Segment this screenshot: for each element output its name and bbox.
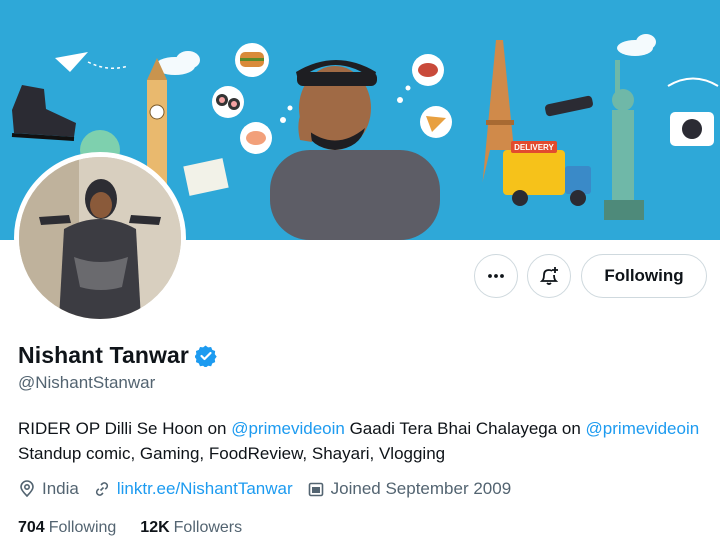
- followers-count: 12K: [140, 519, 170, 536]
- location-icon: [20, 480, 34, 498]
- website-item: linktr.ee/NishantTanwar: [93, 479, 293, 499]
- link-icon: [95, 482, 108, 496]
- joined-item: Joined September 2009: [307, 479, 512, 499]
- notification-button[interactable]: [527, 254, 571, 298]
- avatar-photo: [19, 157, 181, 319]
- calendar-icon: [308, 482, 323, 497]
- verified-badge-icon[interactable]: [194, 344, 217, 367]
- following-count: 704: [18, 519, 45, 536]
- more-button[interactable]: [474, 254, 518, 298]
- profile-meta: India linktr.ee/NishantTanwar Joined Sep…: [18, 479, 525, 499]
- display-name: Nishant Tanwar: [18, 342, 189, 368]
- location-text: India: [42, 479, 79, 498]
- profile-name-row: Nishant Tanwar: [18, 342, 217, 369]
- followers-stat[interactable]: 12K Followers: [140, 519, 242, 537]
- profile-bio: RIDER OP Dilli Se Hoon on @primevideoin …: [18, 416, 708, 466]
- follow-stats: 704 Following 12K Followers: [18, 519, 266, 537]
- user-handle: @NishantStanwar: [18, 373, 156, 392]
- profile-avatar[interactable]: [14, 152, 186, 324]
- bio-text: Standup comic, Gaming, FoodReview, Shaya…: [18, 444, 446, 463]
- following-stat[interactable]: 704 Following: [18, 519, 116, 537]
- followers-label: Followers: [173, 519, 243, 536]
- joined-date: Joined September 2009: [330, 479, 512, 498]
- bio-text: Gaadi Tera Bhai Chalayega on: [344, 419, 586, 438]
- location-item: India: [18, 479, 79, 499]
- more-icon: [488, 274, 504, 278]
- website-link[interactable]: linktr.ee/NishantTanwar: [117, 479, 293, 499]
- following-button[interactable]: Following: [581, 254, 707, 298]
- mention-link[interactable]: @primevideoin: [586, 419, 700, 438]
- delivery-label: DELIVERY: [514, 143, 554, 152]
- notification-add-icon: [539, 267, 559, 285]
- bio-text: RIDER OP Dilli Se Hoon on: [18, 419, 232, 438]
- following-label: Following: [48, 519, 117, 536]
- mention-link[interactable]: @primevideoin: [231, 419, 345, 438]
